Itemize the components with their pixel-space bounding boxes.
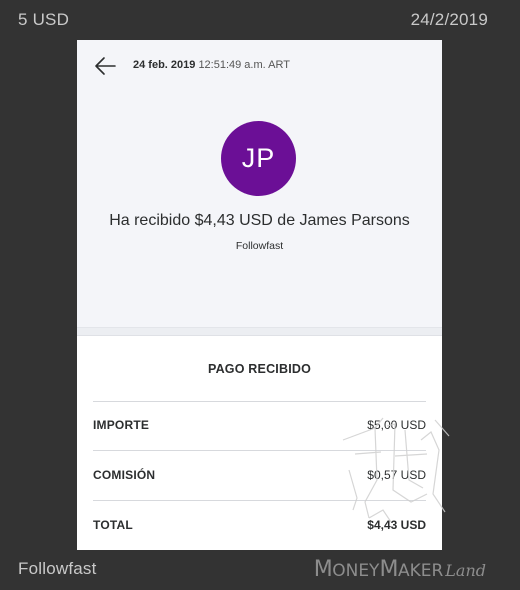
avatar: JP — [221, 121, 296, 196]
detail-label: COMISIÓN — [93, 468, 156, 482]
payment-subtitle: Followfast — [235, 240, 284, 252]
detail-value: $5,00 USD — [367, 418, 426, 432]
brand-logo: MONEYMAKER Land — [314, 557, 486, 582]
brand-word-aker: AKER — [397, 561, 444, 581]
detail-value: $0,57 USD — [367, 468, 426, 482]
frame-label-amount: 5 USD — [18, 10, 70, 29]
payment-headline: Ha recibido $4,43 USD de James Parsons — [109, 212, 410, 229]
transaction-datetime: 24 feb. 2019 12:51:49 a.m. ART — [133, 59, 290, 71]
detail-label: IMPORTE — [93, 418, 150, 432]
arrow-left-icon[interactable] — [93, 54, 119, 78]
section-title: PAGO RECIBIDO — [207, 362, 312, 376]
brand-letter-m2: M — [379, 557, 398, 582]
detail-row-total: TOTAL $4,43 USD — [93, 514, 426, 538]
section-separator — [77, 328, 442, 336]
detail-row-fee: COMISIÓN $0,57 USD — [93, 464, 426, 488]
detail-label: TOTAL — [93, 518, 133, 532]
divider — [93, 450, 426, 451]
transaction-date: 24 feb. 2019 — [133, 59, 196, 71]
divider — [93, 500, 426, 501]
brand-word-land: Land — [445, 561, 486, 580]
divider — [93, 401, 426, 402]
payment-screen: 24 feb. 2019 12:51:49 a.m. ART JP Ha rec… — [77, 40, 442, 550]
detail-row-amount: IMPORTE $5,00 USD — [93, 414, 426, 438]
brand-word-oney: ONEY — [332, 561, 380, 581]
brand-letter-m1: M — [313, 557, 333, 582]
frame-label-date: 24/2/2019 — [410, 10, 488, 29]
transaction-time: 12:51:49 a.m. ART — [198, 59, 290, 71]
header-panel: 24 feb. 2019 12:51:49 a.m. ART JP Ha rec… — [77, 40, 442, 328]
detail-value: $4,43 USD — [367, 518, 426, 532]
frame-label-service: Followfast — [18, 559, 97, 578]
